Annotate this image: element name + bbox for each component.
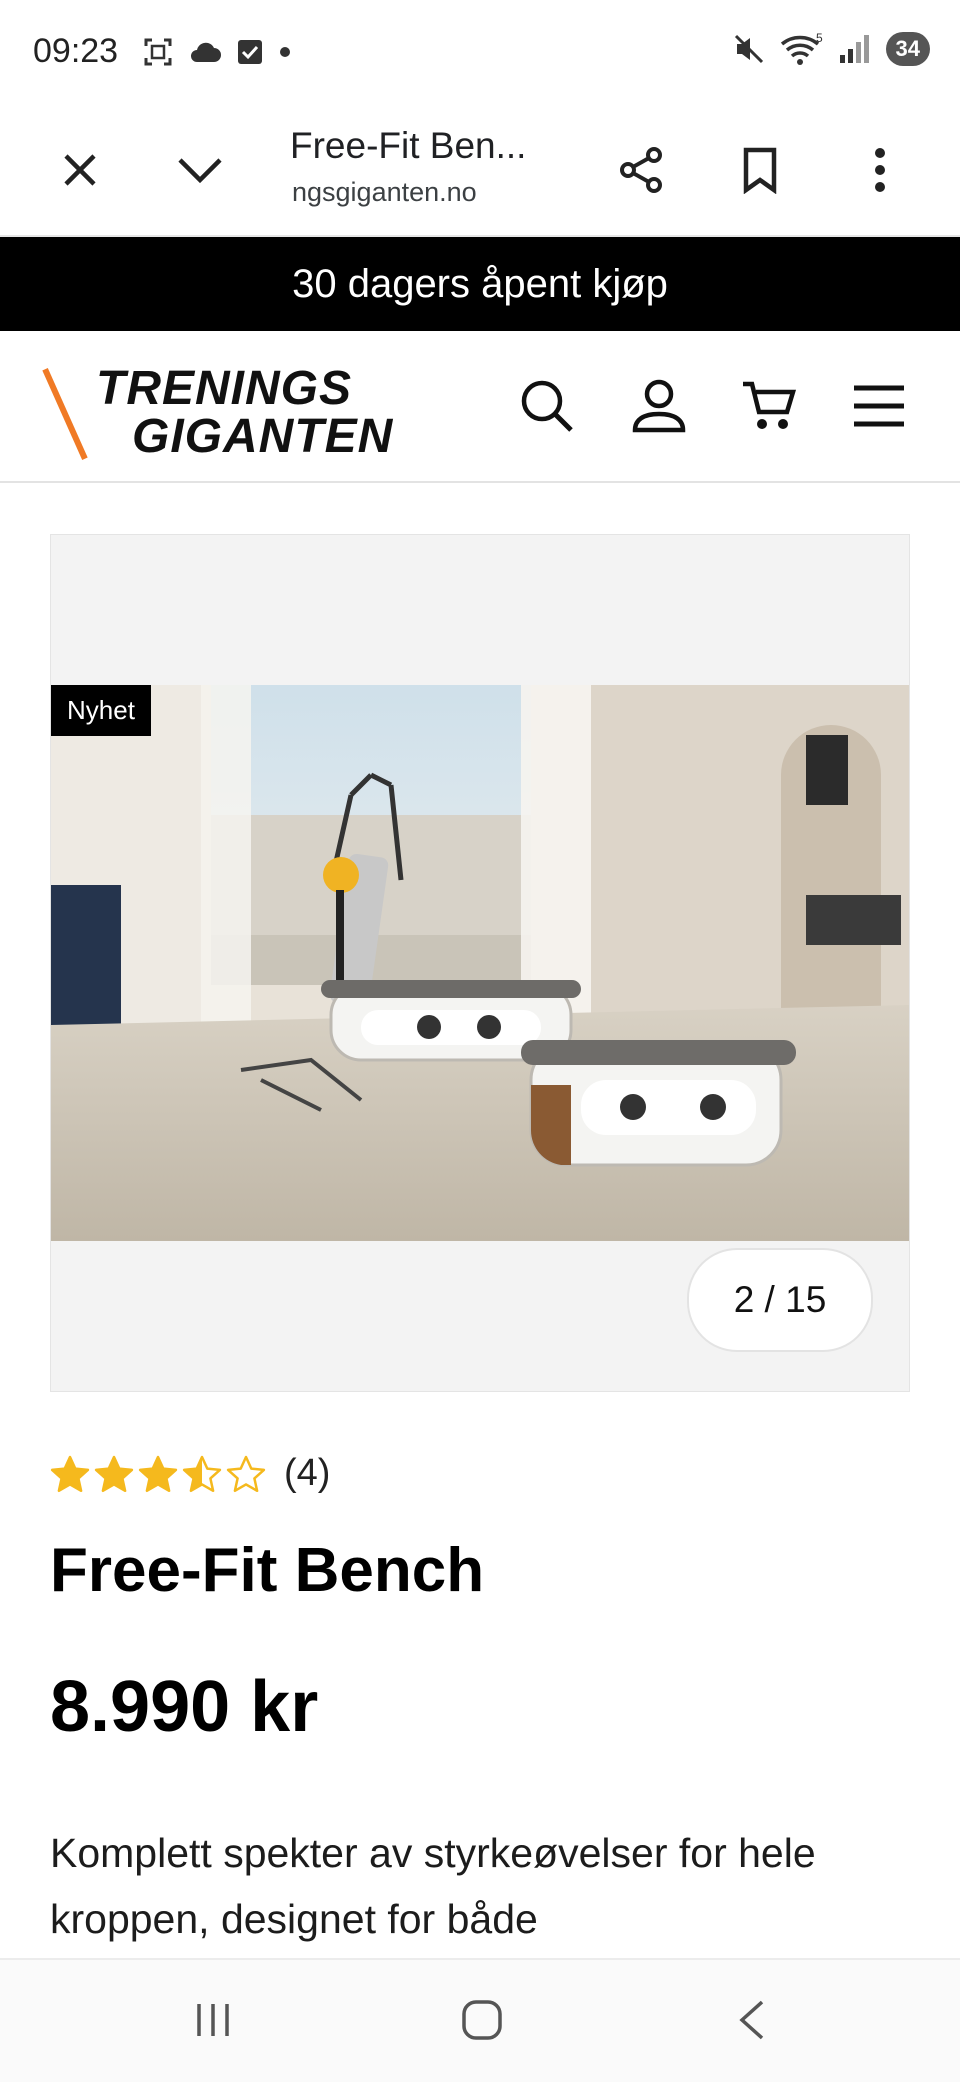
search-button[interactable] xyxy=(514,373,580,439)
close-tab-button[interactable] xyxy=(50,140,110,200)
cart-button[interactable] xyxy=(736,373,802,439)
star-full-icon xyxy=(138,1455,178,1492)
star-empty-icon xyxy=(226,1455,266,1492)
recent-apps-icon xyxy=(197,2004,229,2036)
logo-text-line1: TRENINGS xyxy=(96,362,353,415)
back-icon xyxy=(739,2000,764,2040)
bookmark-icon xyxy=(743,147,777,194)
product-title: Free-Fit Bench xyxy=(50,1536,485,1605)
logo-slash xyxy=(42,368,88,460)
home-icon xyxy=(462,2000,502,2040)
product-gallery[interactable]: Nyhet 2 / 15 xyxy=(50,534,910,1392)
status-time: 09:23 xyxy=(33,32,119,70)
chevron-down-icon xyxy=(178,158,222,184)
more-vertical-icon xyxy=(875,148,885,192)
account-icon xyxy=(632,379,686,433)
new-badge: Nyhet xyxy=(51,685,151,736)
system-nav-bar xyxy=(0,1958,960,2082)
wifi-label: 5 xyxy=(816,32,823,45)
star-full-icon xyxy=(94,1455,134,1492)
promo-banner: 30 dagers åpent kjøp xyxy=(0,237,960,331)
product-image[interactable] xyxy=(51,685,909,1241)
cloud-icon xyxy=(191,42,221,62)
star-full-icon xyxy=(50,1455,90,1492)
cart-icon xyxy=(743,381,797,429)
wifi-icon: 5 xyxy=(780,32,823,65)
account-button[interactable] xyxy=(626,373,692,439)
browser-page-title: Free-Fit Ben... xyxy=(290,125,527,166)
site-header: TRENINGS GIGANTEN xyxy=(0,331,960,483)
product-rating[interactable]: (4) xyxy=(50,1452,330,1495)
minimize-button[interactable] xyxy=(170,140,230,200)
close-icon xyxy=(64,154,96,186)
gallery-counter: 2 / 15 xyxy=(687,1248,873,1352)
promo-text: 30 dagers åpent kjøp xyxy=(292,261,668,306)
rating-stars xyxy=(50,1455,266,1493)
back-button[interactable] xyxy=(716,1990,786,2050)
mute-icon xyxy=(734,34,763,64)
dot-icon xyxy=(280,47,290,57)
status-bar: 09:23 5 34 xyxy=(0,0,960,105)
signal-icon xyxy=(839,35,869,63)
browser-toolbar: Free-Fit Ben... ngsgiganten.no xyxy=(0,105,960,237)
site-logo[interactable]: TRENINGS GIGANTEN xyxy=(42,361,408,463)
share-button[interactable] xyxy=(612,140,672,200)
product-price: 8.990 kr xyxy=(50,1667,319,1747)
menu-button[interactable] xyxy=(846,373,912,439)
bookmark-button[interactable] xyxy=(730,140,790,200)
share-icon xyxy=(620,147,662,193)
battery-indicator: 34 xyxy=(885,32,930,66)
star-half-icon xyxy=(182,1455,222,1492)
more-options-button[interactable] xyxy=(850,140,910,200)
menu-icon xyxy=(854,385,904,427)
recent-apps-button[interactable] xyxy=(178,1990,248,2050)
rating-count: (4) xyxy=(284,1452,331,1494)
home-button[interactable] xyxy=(447,1990,517,2050)
checkbox-icon xyxy=(238,40,262,64)
logo-text-line2: GIGANTEN xyxy=(132,410,394,463)
product-description: Komplett spekter av styrkeøvelser for he… xyxy=(50,1830,816,1942)
search-icon xyxy=(521,380,573,432)
screenshot-icon xyxy=(144,38,172,66)
browser-url[interactable]: ngsgiganten.no xyxy=(292,177,477,208)
